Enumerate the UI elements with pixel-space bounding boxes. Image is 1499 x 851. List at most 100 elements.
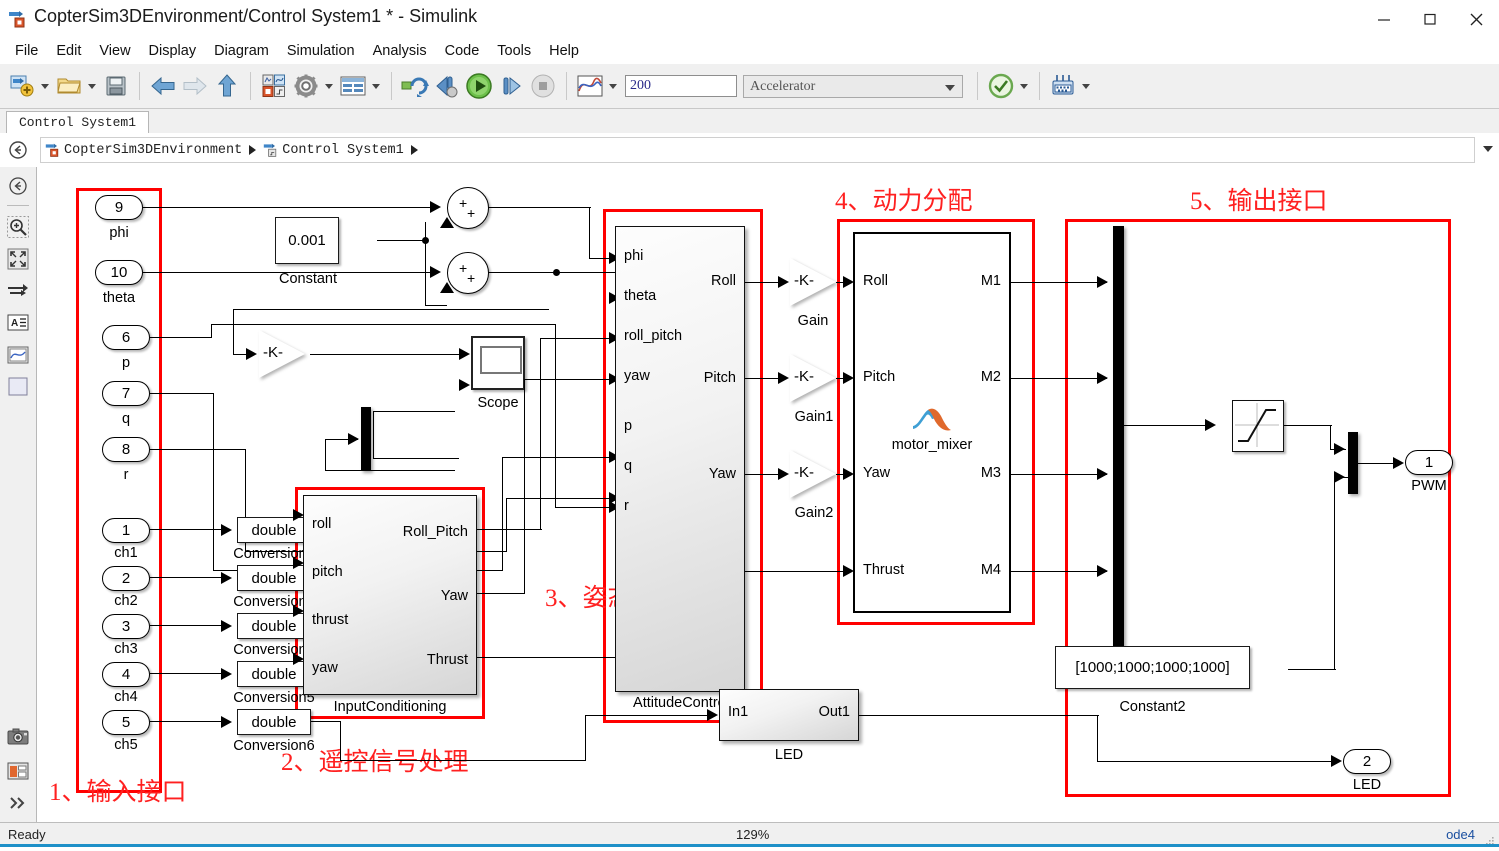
model-explorer-dropdown[interactable] — [369, 72, 382, 100]
constant-block[interactable]: 0.001 — [275, 217, 339, 264]
zoom-region-icon[interactable] — [6, 215, 30, 239]
ic-port-yaw-out: Yaw — [441, 588, 468, 604]
new-model-icon[interactable] — [7, 71, 37, 101]
viewer-icon[interactable] — [6, 343, 30, 367]
expand-more-icon[interactable] — [6, 791, 30, 815]
wire-constant-out — [377, 240, 427, 241]
model-settings-dropdown[interactable] — [322, 72, 335, 100]
wire-conv6-to-led — [340, 760, 586, 761]
gain1-block[interactable]: -K- — [790, 354, 836, 402]
sum-block-2[interactable]: ++ — [447, 252, 489, 294]
inport-p[interactable]: 6 — [102, 325, 150, 350]
gain2-block[interactable]: -K- — [790, 450, 836, 498]
vector-concatenate-block[interactable] — [1113, 226, 1124, 646]
ac-port-pitch-out: Pitch — [704, 370, 736, 386]
mux-block-left[interactable] — [361, 407, 371, 471]
outport-led[interactable]: 2 — [1343, 749, 1391, 774]
constant2-label: Constant2 — [1055, 699, 1250, 715]
breadcrumb-expand-icon[interactable] — [1483, 146, 1493, 152]
model-canvas[interactable]: 1、输入接口 2、遥控信号处理 3、姿态控制器 4、动力分配 5、输出接口 — [37, 167, 1499, 822]
model-settings-icon[interactable] — [291, 71, 321, 101]
simulation-mode-select[interactable]: Accelerator — [743, 75, 963, 98]
save-icon[interactable] — [101, 71, 131, 101]
open-folder-icon[interactable] — [54, 71, 84, 101]
annotation-icon[interactable]: A — [6, 311, 30, 335]
up-arrow-icon[interactable] — [212, 71, 242, 101]
step-forward-icon[interactable] — [496, 71, 526, 101]
model-explorer-icon[interactable] — [338, 71, 368, 101]
run-icon[interactable] — [464, 71, 494, 101]
inport-ch2-label: ch2 — [96, 593, 156, 609]
breadcrumb-item-model[interactable]: CopterSim3DEnvironment — [64, 143, 242, 158]
new-model-dropdown[interactable] — [38, 72, 51, 100]
library-browser-icon[interactable] — [259, 71, 289, 101]
led-subsystem-block[interactable]: In1 Out1 — [719, 689, 859, 741]
tab-control-system1[interactable]: Control System1 — [6, 111, 149, 133]
ac-port-yaw-out: Yaw — [709, 466, 736, 482]
arrow-ic-yaw — [293, 653, 304, 665]
maximize-button[interactable] — [1407, 0, 1453, 38]
report-icon[interactable] — [6, 759, 30, 783]
inport-ch3[interactable]: 3 — [102, 614, 150, 639]
sum-block-1[interactable]: ++ — [447, 187, 489, 229]
saturation-block[interactable] — [1232, 400, 1284, 452]
step-back-icon[interactable] — [432, 71, 462, 101]
input-conditioning-block[interactable]: roll pitch thrust yaw Roll_Pitch Yaw Thr… — [303, 495, 477, 695]
camera-icon[interactable] — [6, 725, 30, 749]
resize-grip-icon[interactable] — [1485, 833, 1495, 843]
inport-ch2[interactable]: 2 — [102, 566, 150, 591]
subsystem-icon — [263, 142, 279, 158]
inport-q[interactable]: 7 — [102, 381, 150, 406]
conversion6-block[interactable]: double — [237, 709, 311, 735]
attitude-control-block[interactable]: phi theta roll_pitch yaw p q r Roll Pitc… — [615, 226, 745, 692]
menu-analysis[interactable]: Analysis — [364, 41, 436, 61]
scope-block[interactable] — [471, 336, 525, 390]
close-button[interactable] — [1453, 0, 1499, 38]
signal-route-icon[interactable] — [6, 279, 30, 303]
arrow-sum1-in — [430, 201, 441, 213]
menu-help[interactable]: Help — [540, 41, 588, 61]
menu-diagram[interactable]: Diagram — [205, 41, 278, 61]
menu-code[interactable]: Code — [436, 41, 489, 61]
back-to-parent-icon[interactable] — [6, 174, 30, 198]
inport-ch5[interactable]: 5 — [102, 710, 150, 735]
model-advisor-dropdown[interactable] — [1017, 72, 1030, 100]
inport-phi[interactable]: 9 — [95, 195, 143, 220]
update-model-icon[interactable] — [400, 71, 430, 101]
inport-ch4[interactable]: 4 — [102, 662, 150, 687]
inport-r[interactable]: 8 — [102, 437, 150, 462]
final-mux-block[interactable] — [1348, 432, 1358, 494]
menu-view[interactable]: View — [90, 41, 139, 61]
wire-led-out-down — [1097, 715, 1098, 762]
arrow-scope-in1 — [459, 348, 470, 360]
open-folder-dropdown[interactable] — [85, 72, 98, 100]
menu-bar: File Edit View Display Diagram Simulatio… — [0, 38, 1499, 64]
back-to-parent-button[interactable] — [8, 140, 28, 160]
scope-viewer-dropdown[interactable] — [606, 72, 619, 100]
menu-simulation[interactable]: Simulation — [278, 41, 364, 61]
constant2-block[interactable]: [1000;1000;1000;1000] — [1055, 646, 1250, 689]
scope-screen — [480, 346, 522, 374]
data-inspector-icon[interactable] — [1048, 71, 1078, 101]
menu-display[interactable]: Display — [140, 41, 206, 61]
back-arrow-icon[interactable] — [148, 71, 178, 101]
menu-file[interactable]: File — [6, 41, 47, 61]
fit-to-view-icon[interactable] — [6, 247, 30, 271]
inport-theta[interactable]: 10 — [95, 260, 143, 285]
menu-tools[interactable]: Tools — [488, 41, 540, 61]
wire-mux-loop-v — [325, 439, 326, 471]
inport-ch1[interactable]: 1 — [102, 518, 150, 543]
outport-pwm-label: PWM — [1399, 478, 1459, 494]
minimize-button[interactable] — [1361, 0, 1407, 38]
model-advisor-icon[interactable] — [986, 71, 1016, 101]
data-inspector-dropdown[interactable] — [1079, 72, 1092, 100]
scope-viewer-icon[interactable] — [575, 71, 605, 101]
motor-mixer-block[interactable]: Roll Pitch Yaw Thrust M1 M2 M3 M4 motor_… — [853, 232, 1011, 613]
gain-block-left[interactable]: -K- — [259, 330, 305, 378]
outport-pwm[interactable]: 1 — [1405, 450, 1453, 475]
simulation-time-input[interactable] — [625, 75, 737, 97]
breadcrumb-item-subsystem[interactable]: Control System1 — [282, 143, 404, 158]
gain-block[interactable]: -K- — [790, 258, 836, 306]
menu-edit[interactable]: Edit — [47, 41, 90, 61]
blank-area-icon[interactable] — [6, 375, 30, 399]
